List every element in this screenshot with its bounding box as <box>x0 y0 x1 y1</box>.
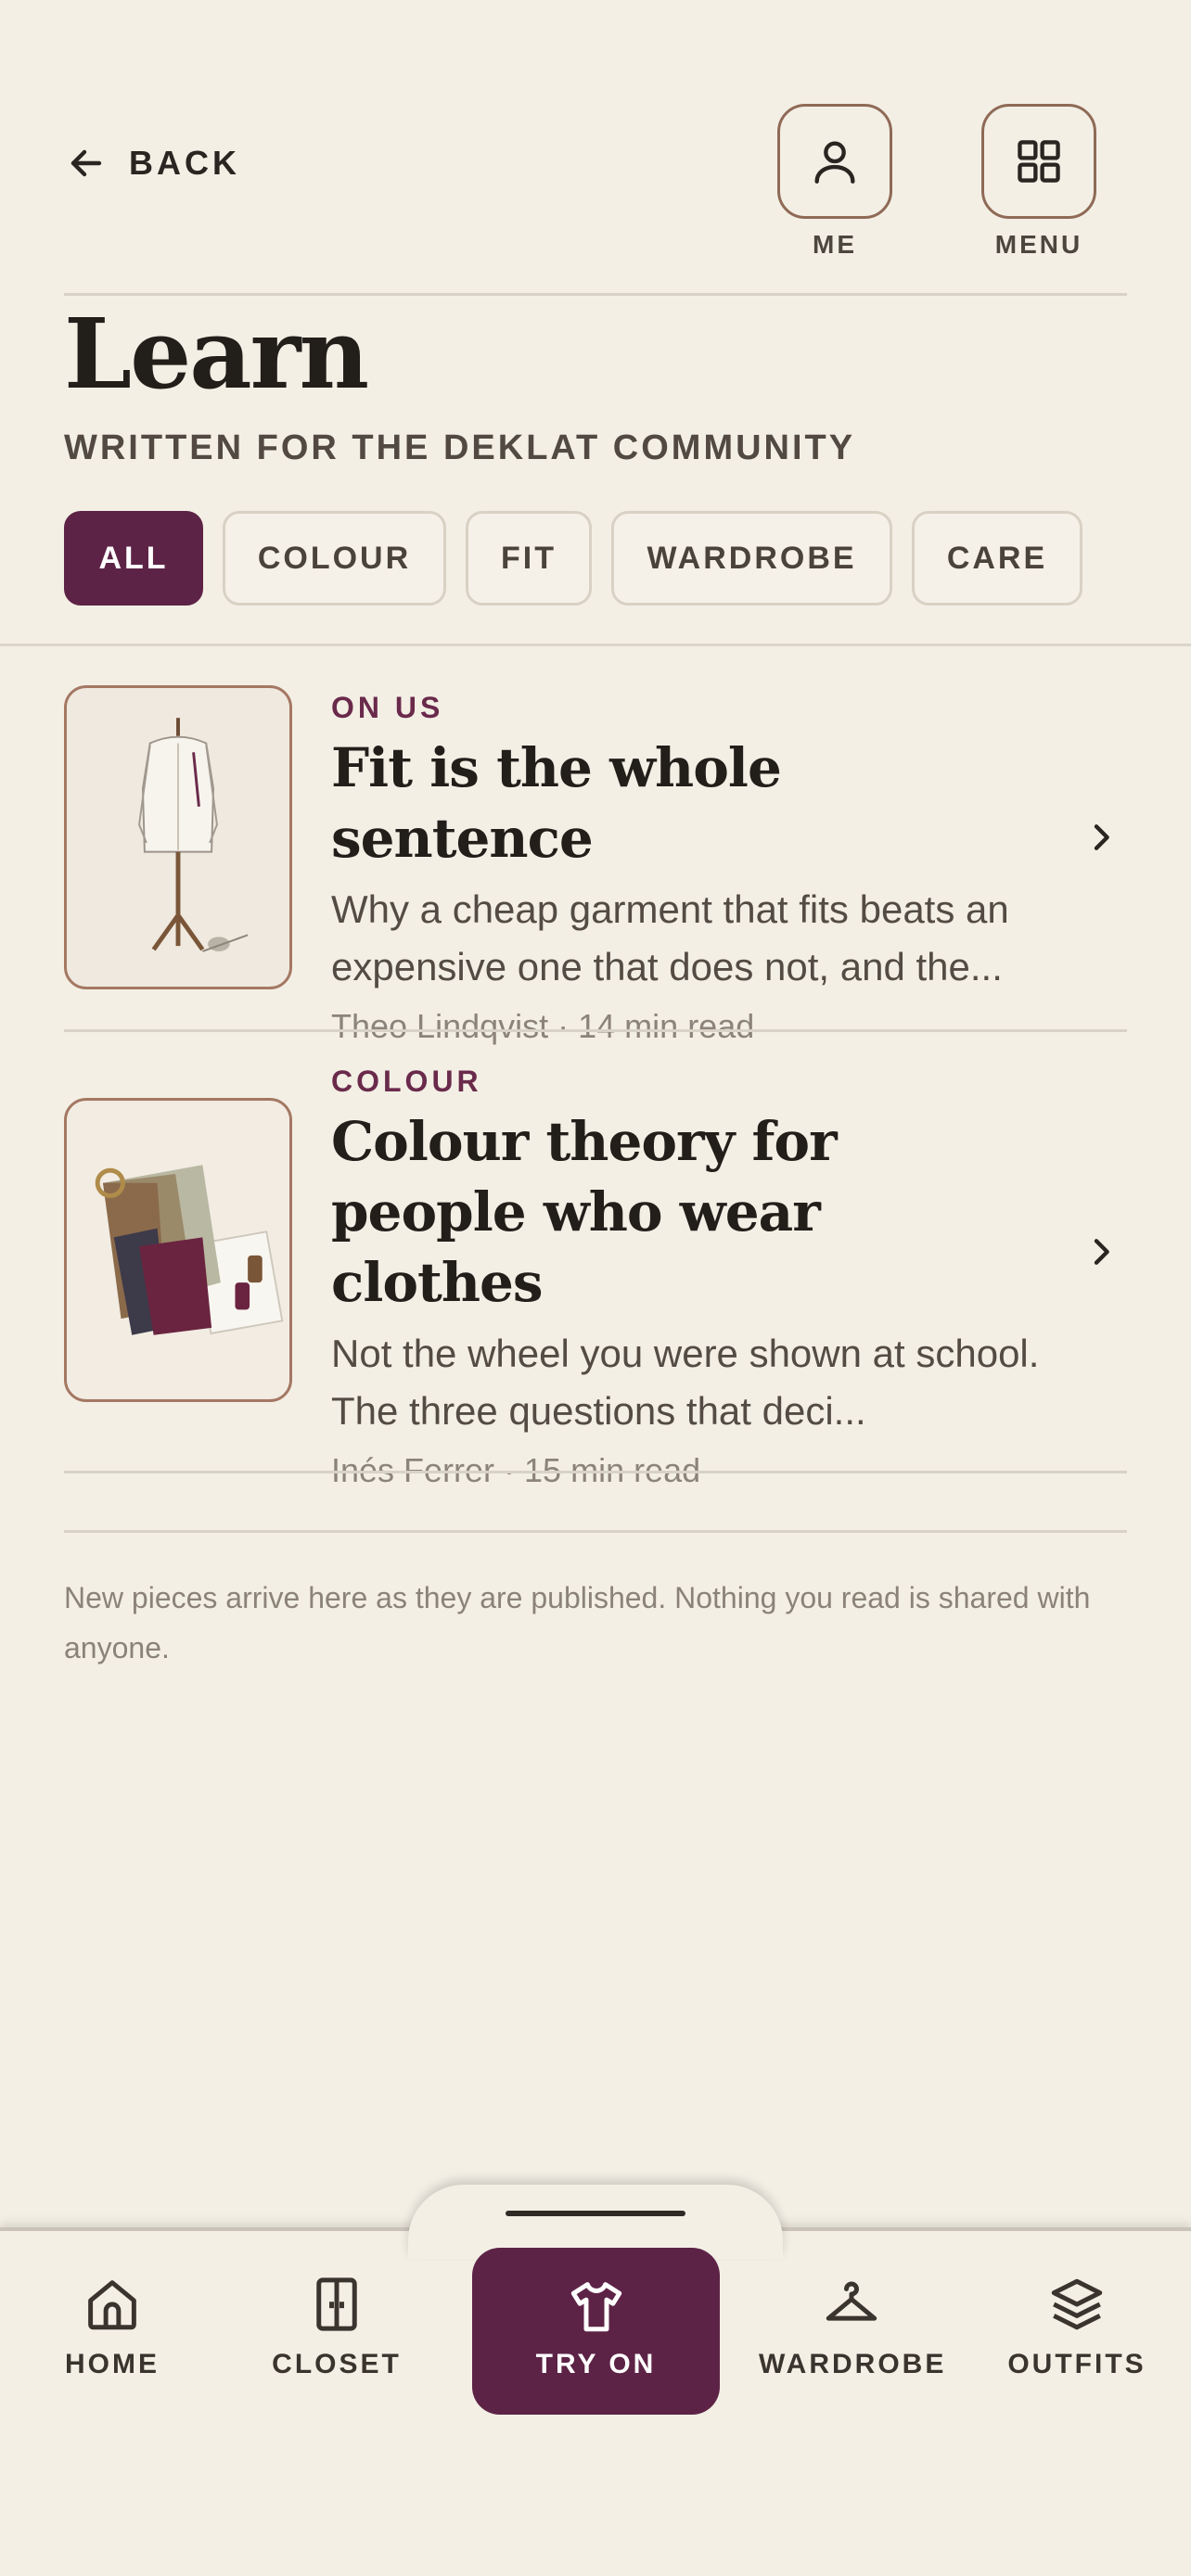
menu-button[interactable]: MENU <box>981 104 1096 260</box>
drag-handle[interactable] <box>506 2211 685 2216</box>
article-excerpt: Not the wheel you were shown at school. … <box>331 1332 1040 1433</box>
article-card[interactable]: ON US Fit is the whole sentence Why a ch… <box>64 685 1127 1045</box>
closet-icon <box>316 2277 357 2331</box>
user-icon <box>814 141 855 184</box>
dress-form-illustration-icon <box>67 689 289 986</box>
nav-wardrobe[interactable]: WARDROBE <box>759 2274 944 2380</box>
article-excerpt: Why a cheap garment that fits beats an e… <box>331 887 1009 988</box>
nav-outfits-label: OUTFITS <box>1007 2349 1146 2379</box>
filter-chip-fit[interactable]: FIT <box>466 511 592 606</box>
tshirt-icon <box>570 2282 621 2332</box>
article-thumbnail <box>64 1098 292 1402</box>
article-title: Fit is the whole sentence <box>331 736 782 870</box>
chevron-right-icon <box>1094 824 1109 850</box>
grid-icon <box>1018 140 1060 183</box>
nav-try-on-label: TRY ON <box>535 2349 657 2379</box>
menu-label: MENU <box>994 230 1083 259</box>
article-kicker: COLOUR <box>331 1065 482 1098</box>
nav-try-on[interactable]: TRY ON <box>472 2248 720 2415</box>
page-subtitle: WRITTEN FOR THE DEKLAT COMMUNITY <box>64 428 856 467</box>
back-label: BACK <box>129 144 240 182</box>
fabric-swatches-illustration-icon <box>67 1102 289 1398</box>
article-meta: Theo Lindqvist · 14 min read <box>331 1007 755 1045</box>
article-kicker: ON US <box>331 691 444 724</box>
filters-divider <box>0 644 1191 646</box>
header-divider <box>64 293 1127 296</box>
back-button[interactable]: BACK <box>64 141 240 185</box>
filter-chip-all[interactable]: ALL <box>64 511 203 606</box>
home-icon <box>88 2280 136 2330</box>
article-divider <box>64 1471 1127 1473</box>
nav-home-label: HOME <box>65 2349 160 2379</box>
nav-closet-label: CLOSET <box>272 2349 402 2379</box>
top-bar: BACK ME MENU <box>64 104 1127 271</box>
profile-label: ME <box>813 230 857 259</box>
filter-chip-wardrobe[interactable]: WARDROBE <box>611 511 892 606</box>
footnote: New pieces arrive here as they are publi… <box>64 1581 1091 1664</box>
filter-chip-colour[interactable]: COLOUR <box>223 511 446 606</box>
chevron-right-icon <box>1094 1239 1109 1265</box>
filter-chips: ALL COLOUR FIT WARDROBE CARE <box>64 511 1082 606</box>
article-thumbnail <box>64 685 292 989</box>
hanger-icon <box>826 2281 877 2321</box>
arrow-left-icon <box>70 149 102 177</box>
page-title: Learn <box>64 297 369 411</box>
filter-chip-care[interactable]: CARE <box>912 511 1082 606</box>
nav-outfits[interactable]: OUTFITS <box>984 2274 1170 2380</box>
nav-closet[interactable]: CLOSET <box>244 2274 429 2380</box>
article-card[interactable]: COLOUR Colour theory for people who wear… <box>64 1065 1127 1489</box>
profile-button[interactable]: ME <box>777 104 892 260</box>
article-divider <box>64 1029 1127 1032</box>
nav-wardrobe-label: WARDROBE <box>759 2349 947 2379</box>
layers-icon <box>1051 2278 1103 2330</box>
nav-home[interactable]: HOME <box>19 2274 205 2380</box>
article-title: Colour theory for people who wear clothe… <box>331 1110 838 1314</box>
footer-divider <box>64 1530 1127 1533</box>
